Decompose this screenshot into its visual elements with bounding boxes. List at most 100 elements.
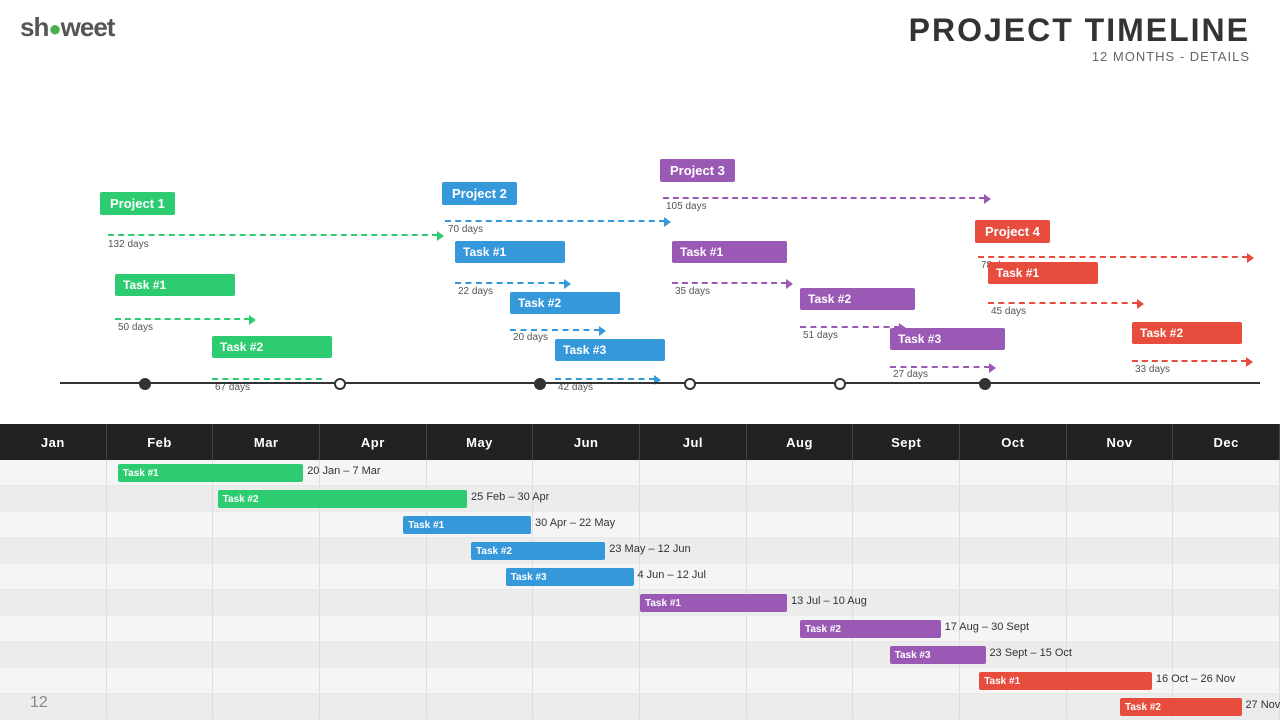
dot-4	[684, 378, 696, 390]
gantt-date-label-1: 25 Feb – 30 Apr	[471, 491, 549, 503]
p1t2-arrow	[212, 378, 322, 380]
p1-task2-box: Task #2	[212, 336, 332, 358]
gantt-row-4: Task #34 Jun – 12 Jul	[0, 564, 1280, 590]
gantt-col-10	[1067, 486, 1174, 511]
gantt-col-6	[640, 460, 747, 485]
p3-days: 105 days	[666, 201, 707, 212]
p4t2-days: 33 days	[1135, 364, 1170, 375]
gantt-col-1	[107, 616, 214, 641]
p4t1-days: 45 days	[991, 306, 1026, 317]
gantt-col-7	[747, 512, 854, 537]
gantt-col-5	[533, 642, 640, 667]
p2t2-arrow	[510, 329, 600, 331]
project-2-box: Project 2	[442, 182, 517, 205]
main-title: Project Timeline	[909, 12, 1250, 49]
gantt-col-11	[1173, 460, 1280, 485]
gantt-date-label-8: 16 Oct – 26 Nov	[1156, 673, 1236, 685]
gantt-col-0	[0, 616, 107, 641]
gantt-col-7	[747, 694, 854, 719]
month-cell-jan: Jan	[0, 424, 107, 460]
gantt-col-0	[0, 538, 107, 563]
gantt-col-2	[213, 590, 320, 615]
p4-arrow	[978, 256, 1248, 258]
gantt-col-3	[320, 668, 427, 693]
gantt-col-8	[853, 668, 960, 693]
diagram-area: Project 1 132 days Task #1 50 days Task …	[0, 64, 1280, 404]
p3-task2-box: Task #2	[800, 288, 915, 310]
month-cell-sept: Sept	[853, 424, 960, 460]
gantt-col-4	[427, 460, 534, 485]
p2t1-days: 22 days	[458, 286, 493, 297]
gantt-date-label-4: 4 Jun – 12 Jul	[637, 569, 706, 581]
gantt-col-6	[640, 486, 747, 511]
gantt-col-11	[1173, 486, 1280, 511]
project-1-box: Project 1	[100, 192, 175, 215]
gantt-col-7	[747, 486, 854, 511]
gantt-col-10	[1067, 642, 1174, 667]
gantt-col-6	[640, 616, 747, 641]
gantt-col-2	[213, 564, 320, 589]
gantt-col-5	[533, 460, 640, 485]
gantt-col-6	[640, 512, 747, 537]
gantt-col-5	[533, 668, 640, 693]
gantt-col-7	[747, 564, 854, 589]
gantt-col-2	[213, 512, 320, 537]
dot-6	[979, 378, 991, 390]
gantt-bar-7: Task #3	[890, 646, 986, 664]
p4-task1-box: Task #1	[988, 262, 1098, 284]
p2t3-arrow	[555, 378, 655, 380]
month-cell-apr: Apr	[320, 424, 427, 460]
gantt-col-8	[853, 564, 960, 589]
gantt-col-1	[107, 694, 214, 719]
p1-days: 132 days	[108, 239, 149, 250]
gantt-col-1	[107, 590, 214, 615]
gantt-col-11	[1173, 642, 1280, 667]
gantt-col-7	[747, 668, 854, 693]
gantt-col-8	[853, 486, 960, 511]
month-cell-feb: Feb	[107, 424, 214, 460]
gantt-col-2	[213, 694, 320, 719]
gantt-col-10	[1067, 512, 1174, 537]
gantt-col-3	[320, 538, 427, 563]
gantt-col-7	[747, 642, 854, 667]
gantt-col-9	[960, 564, 1067, 589]
gantt-row-1: Task #225 Feb – 30 Apr	[0, 486, 1280, 512]
gantt-col-1	[107, 564, 214, 589]
gantt-col-10	[1067, 616, 1174, 641]
gantt-row-6: Task #217 Aug – 30 Sept	[0, 616, 1280, 642]
gantt-col-3	[320, 564, 427, 589]
dot-2	[334, 378, 346, 390]
gantt-col-8	[853, 590, 960, 615]
month-cell-jul: Jul	[640, 424, 747, 460]
gantt-col-8	[853, 460, 960, 485]
gantt-bar-1: Task #2	[218, 490, 468, 508]
gantt-col-4	[427, 616, 534, 641]
gantt-col-0	[0, 694, 107, 719]
p2-task2-box: Task #2	[510, 292, 620, 314]
gantt-col-0	[0, 668, 107, 693]
gantt-col-10	[1067, 564, 1174, 589]
gantt-row-2: Task #130 Apr – 22 May	[0, 512, 1280, 538]
gantt-bar-3: Task #2	[471, 542, 605, 560]
project-4-box: Project 4	[975, 220, 1050, 243]
gantt-col-1	[107, 668, 214, 693]
gantt-col-9	[960, 590, 1067, 615]
gantt-col-10	[1067, 538, 1174, 563]
gantt-col-5	[533, 694, 640, 719]
gantt-col-5	[533, 616, 640, 641]
p4-task2-box: Task #2	[1132, 322, 1242, 344]
gantt-col-11	[1173, 590, 1280, 615]
page-number: 12	[30, 694, 48, 712]
gantt-col-2	[213, 538, 320, 563]
p3t2-days: 51 days	[803, 330, 838, 341]
gantt-col-0	[0, 512, 107, 537]
gantt-bar-5: Task #1	[640, 594, 787, 612]
gantt-col-11	[1173, 616, 1280, 641]
gantt-row-0: Task #120 Jan – 7 Mar	[0, 460, 1280, 486]
gantt-col-0	[0, 486, 107, 511]
month-cell-jun: Jun	[533, 424, 640, 460]
gantt-col-1	[107, 486, 214, 511]
header: sh●weet Project Timeline 12 Months - Det…	[0, 0, 1280, 64]
gantt-rows: Task #120 Jan – 7 MarTask #225 Feb – 30 …	[0, 460, 1280, 720]
gantt-col-9	[960, 538, 1067, 563]
